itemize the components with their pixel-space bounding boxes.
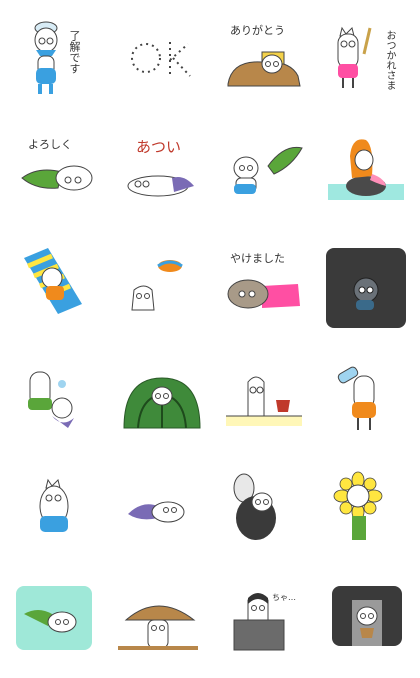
cat-mushroom-icon [118,605,198,650]
sticker-mermaid[interactable] [322,126,410,214]
cat-bee-icon [233,473,276,540]
cat-pharaoh-icon: ありがとう [227,23,301,87]
sticker-text-yoroshiku: よろしく [28,138,72,151]
cat-sailor-icon [34,21,58,94]
sticker-text-otsukaresama: おつかれさま [384,30,395,90]
sticker-grid: 了解です ありがとう おつかれさま よろしく あつい やけました ちゃ… [0,0,420,673]
sticker-text-cha: ちゃ… [272,593,296,602]
cat-beach-chair-icon [24,248,82,314]
sticker-dark-room[interactable] [322,244,410,332]
cat-swimming-icon [16,586,92,650]
cat-drinking-icon [337,366,376,430]
cat-pair-icon [28,371,74,428]
cat-lying-hot-icon: あつい [127,138,194,197]
sticker-dark-window[interactable] [330,584,418,672]
cat-walking-icon [39,478,69,532]
sticker-drinking[interactable] [322,358,410,446]
sticker-arigatou[interactable]: ありがとう [222,14,310,102]
sticker-beach-chair[interactable] [18,244,106,332]
cat-frisbee-icon [131,260,183,311]
sticker-ryoukai[interactable] [18,14,106,102]
sticker-two-cats[interactable] [18,358,106,446]
sticker-atsui[interactable]: あつい [118,126,206,214]
cat-leaf-icon [233,146,303,194]
cat-tea-icon [226,376,302,426]
sticker-frisbee[interactable] [118,244,206,332]
sticker-text-arigatou: ありがとう [230,23,285,37]
cat-dark-window-icon [332,586,402,646]
cat-watermelon-icon [123,377,201,429]
sticker-yakemashita[interactable]: やけました [222,244,310,332]
sticker-tea[interactable] [222,358,310,446]
sticker-lying[interactable] [118,470,206,558]
sticker-sunflower[interactable] [322,470,410,558]
cat-tanned-icon: やけました [227,252,300,309]
sticker-mushroom[interactable] [118,590,206,678]
cat-bath-icon: ちゃ… [233,593,296,651]
sticker-ok[interactable] [118,14,206,102]
cat-bowing-green-icon: よろしく [21,138,93,191]
sticker-swimming[interactable] [14,584,102,672]
sticker-text-yakemashita: やけました [230,252,285,265]
sticker-text-ryoukai: 了解です [68,30,81,74]
cat-lying-purple-icon [128,501,185,523]
cat-dark-room-icon [326,248,406,328]
dotted-ok-icon [131,42,191,77]
sticker-walking[interactable] [18,470,106,558]
sticker-yoroshiku[interactable]: よろしく [18,126,106,214]
sticker-text-atsui: あつい [136,138,181,156]
sticker-bath[interactable]: ちゃ… [222,584,310,672]
cat-sunflower-icon [333,471,383,540]
cat-mermaid-icon [328,139,404,200]
sticker-bee[interactable] [222,470,310,558]
sticker-watermelon[interactable] [118,358,206,446]
sticker-leaf[interactable] [222,126,310,214]
